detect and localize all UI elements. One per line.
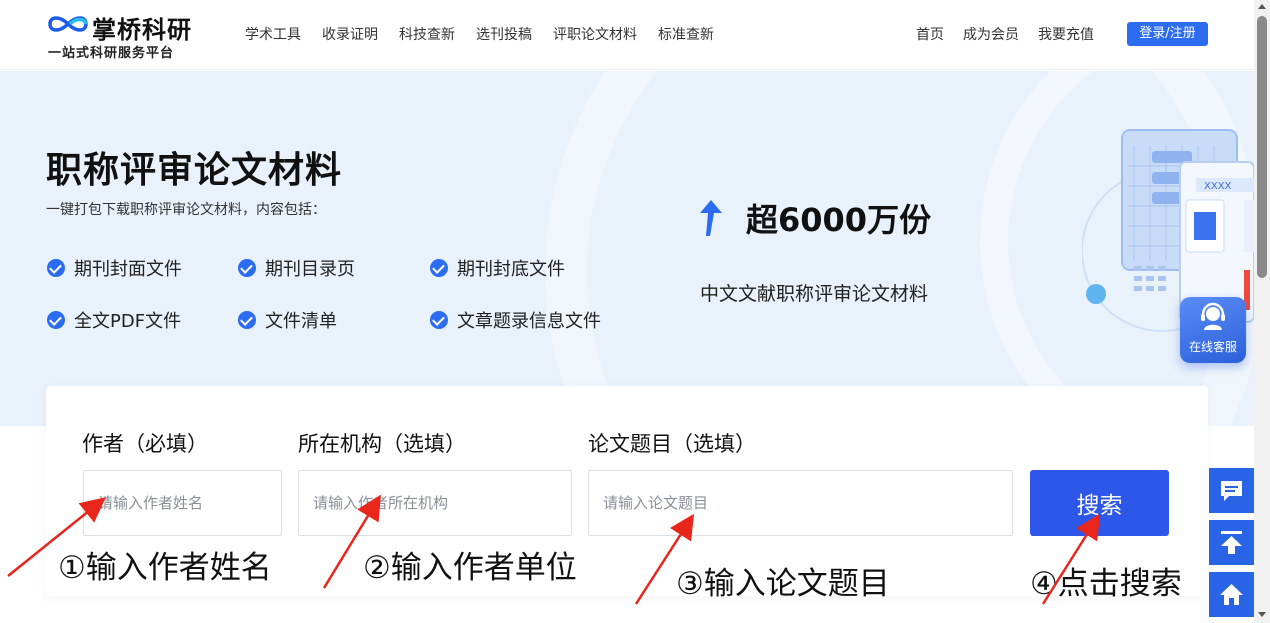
illustration-tag: XXXX [1204, 181, 1232, 192]
nav-item-home[interactable]: 首页 [916, 24, 944, 44]
back-to-top-button[interactable] [1209, 520, 1254, 565]
check-icon [238, 259, 256, 277]
brand-slogan: 一站式科研服务平台 [48, 46, 175, 61]
online-service-label: 在线客服 [1188, 340, 1237, 354]
login-register-button[interactable]: 登录/注册 [1127, 22, 1208, 46]
stat-value: 超6000万份 [746, 201, 932, 239]
logo-infinity-icon [48, 16, 88, 32]
check-icon [430, 311, 448, 329]
stat-block: 超6000万份 [698, 195, 931, 241]
nav-item-novelty-search[interactable]: 科技查新 [399, 24, 455, 44]
annotation-step-2: ②输入作者单位 [363, 550, 577, 586]
feature-item: 全文PDF文件 [47, 307, 181, 333]
arrow-up-icon [700, 200, 722, 236]
scroll-thumb[interactable] [1257, 16, 1267, 278]
feature-item: 期刊目录页 [238, 255, 355, 281]
feedback-button[interactable] [1209, 468, 1254, 513]
message-icon [1221, 481, 1242, 501]
scroll-up-icon[interactable] [1258, 4, 1266, 9]
paper-title-label: 论文题目（选填） [588, 432, 756, 456]
home-button[interactable] [1209, 572, 1254, 617]
feature-item: 文章题录信息文件 [430, 307, 601, 333]
back-to-top-icon [1221, 531, 1242, 554]
feature-item: 文件清单 [238, 307, 337, 333]
feature-item: 期刊封底文件 [430, 255, 565, 281]
nav-item-title-evaluation[interactable]: 评职论文材料 [553, 24, 637, 44]
organization-input[interactable] [298, 470, 572, 536]
nav-item-journal-submission[interactable]: 选刊投稿 [476, 24, 532, 44]
brand-name: 掌桥科研 [92, 16, 192, 44]
header-right-nav: 首页 成为会员 我要充值 [916, 24, 1113, 44]
hero-banner: 职称评审论文材料 一键打包下载职称评审论文材料，内容包括： 期刊封面文件 期刊目… [0, 71, 1254, 426]
hero-subtitle: 一键打包下载职称评审论文材料，内容包括： [46, 202, 326, 218]
site-logo[interactable]: 掌桥科研 一站式科研服务平台 [46, 8, 206, 62]
page-title: 职称评审论文材料 [46, 150, 343, 191]
check-icon [47, 311, 65, 329]
author-input[interactable] [83, 470, 282, 536]
check-icon [430, 259, 448, 277]
home-icon [1220, 584, 1243, 605]
feature-item: 期刊封面文件 [47, 255, 182, 281]
site-header: 掌桥科研 一站式科研服务平台 学术工具 收录证明 科技查新 选刊投稿 评职论文材… [0, 0, 1254, 70]
nav-item-academic-tools[interactable]: 学术工具 [245, 24, 301, 44]
annotation-step-1: ①输入作者姓名 [58, 550, 272, 586]
nav-item-indexing-proof[interactable]: 收录证明 [322, 24, 378, 44]
annotation-step-3: ③输入论文题目 [676, 566, 890, 602]
headset-icon [1201, 302, 1225, 330]
check-icon [47, 259, 65, 277]
organization-label: 所在机构（选填） [298, 432, 466, 456]
nav-item-membership[interactable]: 成为会员 [963, 24, 1019, 44]
main-nav: 学术工具 收录证明 科技查新 选刊投稿 评职论文材料 标准查新 [245, 24, 735, 44]
online-service-button[interactable]: 在线客服 [1180, 297, 1246, 363]
nav-item-recharge[interactable]: 我要充值 [1038, 24, 1094, 44]
nav-item-standard-search[interactable]: 标准查新 [658, 24, 714, 44]
search-button[interactable]: 搜索 [1030, 470, 1169, 536]
paper-title-input[interactable] [588, 470, 1013, 536]
scroll-down-icon[interactable] [1258, 612, 1266, 617]
author-label: 作者（必填） [82, 432, 208, 456]
page-scrollbar[interactable] [1254, 0, 1270, 623]
check-icon [238, 311, 256, 329]
stat-description: 中文文献职称评审论文材料 [700, 283, 929, 305]
annotation-step-4: ④点击搜索 [1030, 566, 1182, 602]
